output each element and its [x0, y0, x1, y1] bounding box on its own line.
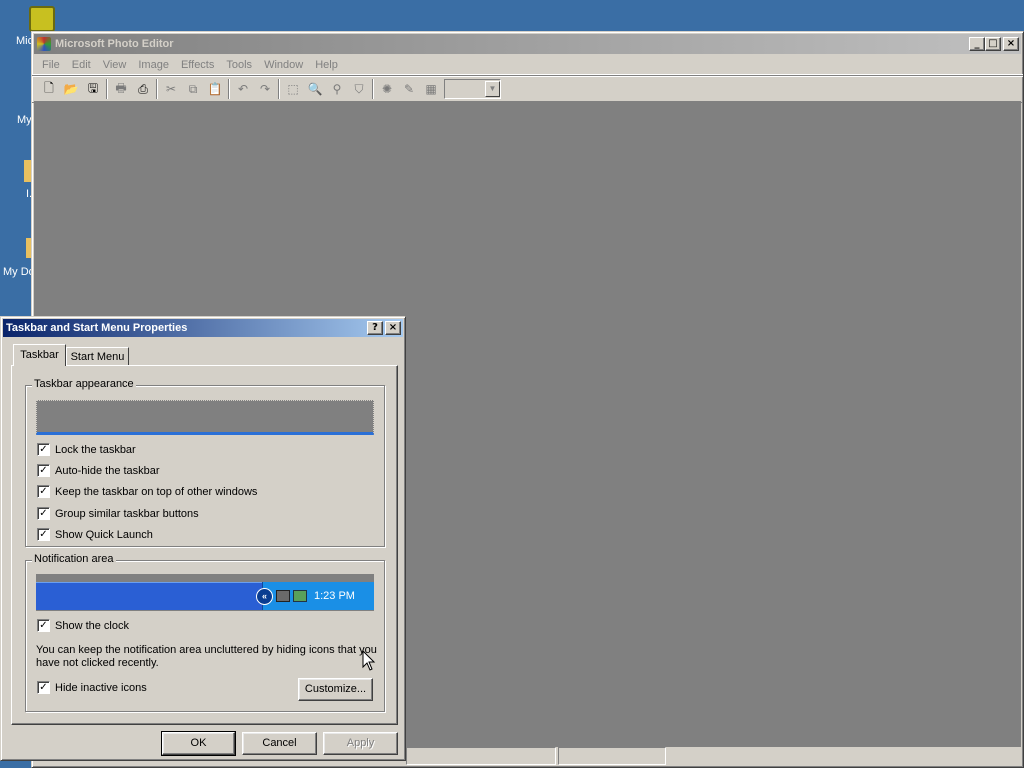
redo-icon[interactable]: ↷ [254, 78, 276, 100]
checkbox-on-top[interactable]: ✓ Keep the taskbar on top of other windo… [37, 485, 257, 498]
menu-help[interactable]: Help [309, 59, 344, 71]
menu-file[interactable]: File [36, 59, 66, 71]
checkbox-box[interactable]: ✓ [37, 528, 50, 541]
tab-start-menu[interactable]: Start Menu [66, 347, 129, 366]
taskbar-preview [36, 400, 374, 435]
zoom-icon[interactable]: 🔍 [304, 78, 326, 100]
checkbox-group-buttons[interactable]: ✓ Group similar taskbar buttons [37, 507, 199, 520]
checkbox-label: Lock the taskbar [55, 443, 136, 456]
minimize-button[interactable]: _ [969, 37, 985, 51]
outlook-icon [29, 6, 55, 32]
desktop-icon-label: I... [26, 188, 32, 200]
notification-preview: « 1:23 PM [36, 574, 374, 611]
toolbar-separator [156, 79, 158, 99]
checkbox-label: Group similar taskbar buttons [55, 507, 199, 520]
checkbox-box[interactable]: ✓ [37, 443, 50, 456]
smudge-icon[interactable]: ⚲ [326, 78, 348, 100]
status-pane [558, 747, 666, 765]
tray-clock: 1:23 PM [314, 590, 355, 602]
checkbox-box[interactable]: ✓ [37, 619, 50, 632]
save-icon[interactable]: 🖫 [82, 78, 104, 100]
menu-effects[interactable]: Effects [175, 59, 220, 71]
new-icon[interactable]: 🗋 [38, 78, 60, 100]
cancel-button[interactable]: Cancel [242, 732, 317, 755]
checkbox-hide-inactive[interactable]: ✓ Hide inactive icons [37, 681, 147, 694]
menubar: File Edit View Image Effects Tools Windo… [32, 56, 1023, 75]
maximize-button[interactable]: □ [985, 37, 1001, 51]
customize-button[interactable]: Customize... [298, 678, 373, 701]
tab-panel: Taskbar appearance ✓ Lock the taskbar ✓ … [11, 365, 398, 725]
zoom-select[interactable]: ▼ [444, 79, 501, 99]
checkbox-auto-hide[interactable]: ✓ Auto-hide the taskbar [37, 464, 160, 477]
select-icon[interactable]: ⬚ [282, 78, 304, 100]
notification-hint: You can keep the notification area unclu… [36, 644, 377, 669]
desktop-icon-my[interactable]: My ... [0, 92, 32, 127]
checkbox-show-clock[interactable]: ✓ Show the clock [37, 619, 129, 632]
toolbar-separator [228, 79, 230, 99]
close-button[interactable]: × [1003, 37, 1019, 51]
toolbar-separator [278, 79, 280, 99]
apply-button[interactable]: Apply [323, 732, 398, 755]
tab-taskbar[interactable]: Taskbar [13, 344, 66, 366]
crop-icon[interactable]: ⛉ [348, 78, 370, 100]
dialog-title: Taskbar and Start Menu Properties [6, 322, 188, 334]
paste-icon[interactable]: 📋 [204, 78, 226, 100]
cut-icon[interactable]: ✂ [160, 78, 182, 100]
dialog-close-button[interactable]: × [385, 321, 401, 335]
toolbar-separator [372, 79, 374, 99]
checkbox-box[interactable]: ✓ [37, 485, 50, 498]
menu-image[interactable]: Image [132, 59, 175, 71]
printer-tray-icon [293, 590, 307, 602]
scan-icon[interactable]: ⎙ [132, 78, 154, 100]
photo-editor-titlebar[interactable]: Microsoft Photo Editor _ □ × [34, 34, 1021, 54]
tab-label: Start Menu [70, 351, 125, 363]
photo-editor-app-icon [37, 37, 51, 51]
window-title: Microsoft Photo Editor [55, 38, 174, 50]
pen-icon[interactable]: ✎ [398, 78, 420, 100]
desktop-icon-third[interactable]: I... [0, 160, 32, 201]
toolbar-separator [106, 79, 108, 99]
checkbox-label: Hide inactive icons [55, 681, 147, 694]
notification-area-group: Notification area « 1:23 PM ✓ Show the c… [25, 553, 385, 712]
ok-button[interactable]: OK [161, 731, 236, 756]
taskbar-properties-dialog: Taskbar and Start Menu Properties ? × Ta… [0, 316, 406, 761]
checkbox-label: Show Quick Launch [55, 528, 153, 541]
tray-preview: « 1:23 PM [256, 582, 374, 610]
checkbox-box[interactable]: ✓ [37, 507, 50, 520]
checkbox-lock-taskbar[interactable]: ✓ Lock the taskbar [37, 443, 136, 456]
help-button[interactable]: ? [367, 321, 383, 335]
menu-window[interactable]: Window [258, 59, 309, 71]
group-label: Taskbar appearance [32, 378, 136, 390]
checkbox-label: Keep the taskbar on top of other windows [55, 485, 258, 498]
dialog-titlebar[interactable]: Taskbar and Start Menu Properties ? × [3, 319, 403, 337]
checkbox-box[interactable]: ✓ [37, 681, 50, 694]
checkbox-label: Auto-hide the taskbar [55, 464, 160, 477]
copy-icon[interactable]: ⧉ [182, 78, 204, 100]
desktop-icon-label: My Documents [3, 266, 32, 278]
effects-icon[interactable]: ✺ [376, 78, 398, 100]
checkbox-label: Show the clock [55, 619, 129, 632]
menu-edit[interactable]: Edit [66, 59, 97, 71]
print-icon[interactable]: 🖶 [110, 78, 132, 100]
chevron-expand-icon: « [256, 587, 273, 605]
desktop-icon-label: My ... [17, 114, 32, 126]
desktop-icon-my-documents[interactable]: My Documents [0, 238, 32, 279]
toolbar: 🗋 📂 🖫 🖶 ⎙ ✂ ⧉ 📋 ↶ ↷ ⬚ 🔍 ⚲ ⛉ ✺ ✎ ▦ ▼ [32, 75, 1023, 103]
mouse-cursor-icon [362, 650, 376, 671]
group-label: Notification area [32, 553, 116, 565]
grid-icon[interactable]: ▦ [420, 78, 442, 100]
tab-label: Taskbar [20, 349, 59, 361]
taskbar-appearance-group: Taskbar appearance ✓ Lock the taskbar ✓ … [25, 378, 385, 547]
status-pane [406, 747, 556, 765]
undo-icon[interactable]: ↶ [232, 78, 254, 100]
chevron-down-icon[interactable]: ▼ [485, 81, 500, 97]
network-icon [276, 590, 290, 602]
open-icon[interactable]: 📂 [60, 78, 82, 100]
checkbox-quick-launch[interactable]: ✓ Show Quick Launch [37, 528, 153, 541]
checkbox-box[interactable]: ✓ [37, 464, 50, 477]
menu-view[interactable]: View [97, 59, 133, 71]
menu-tools[interactable]: Tools [220, 59, 258, 71]
